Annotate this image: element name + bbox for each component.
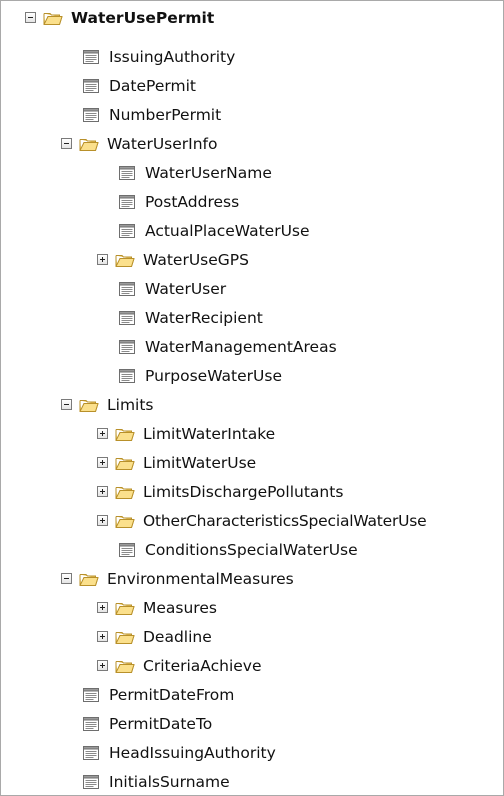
tree-node-othercharacteristicsspecialwateruse[interactable]: OtherCharacteristicsSpecialWaterUse [97,506,427,535]
tree-node-criteriaachieve[interactable]: CriteriaAchieve [97,651,262,680]
tree-node-wateruseGPS[interactable]: WaterUseGPS [97,245,249,274]
tree-node-datepermit[interactable]: DatePermit [81,71,196,100]
tree-node-label: WaterUser [145,279,227,298]
tree-node-label: ActualPlaceWaterUse [145,221,310,240]
tree-node-label: WaterUseGPS [143,250,249,269]
tree-node-label: Deadline [143,627,212,646]
tree-node-waterusername[interactable]: WaterUserName [117,158,272,187]
folder-open-icon [115,658,135,674]
expand-toggle-icon[interactable] [97,428,108,439]
tree-node-limitwaterintake[interactable]: LimitWaterIntake [97,419,275,448]
tree-node-label: PostAddress [145,192,240,211]
document-icon [81,716,101,732]
tree-node-label: WaterManagementAreas [145,337,337,356]
tree-node-label: OtherCharacteristicsSpecialWaterUse [143,511,427,530]
folder-open-icon [115,252,135,268]
tree-node-label: PermitDateTo [109,714,213,733]
tree-node-limitwateruse[interactable]: LimitWaterUse [97,448,256,477]
folder-open-icon [43,10,63,26]
tree-node-waterrecipient[interactable]: WaterRecipient [117,303,263,332]
tree-node-label: WaterUserInfo [107,134,218,153]
folder-open-icon [115,600,135,616]
tree-node-label: PurposeWaterUse [145,366,282,385]
tree-node-label: DatePermit [109,76,196,95]
document-icon [117,339,137,355]
expand-toggle-icon[interactable] [97,602,108,613]
tree-node-label: LimitsDischargePollutants [143,482,344,501]
document-icon [117,223,137,239]
tree-node-environmentalmeasures[interactable]: EnvironmentalMeasures [61,564,294,593]
tree-node-label: WaterUserName [145,163,272,182]
document-icon [117,542,137,558]
tree-node-limits[interactable]: Limits [61,390,154,419]
tree-node-label: WaterUsePermit [71,8,215,27]
expand-toggle-icon[interactable] [97,486,108,497]
tree-node-wateruser[interactable]: WaterUser [117,274,226,303]
folder-open-icon [115,426,135,442]
tree-node-permitdateto[interactable]: PermitDateTo [81,709,212,738]
document-icon [81,107,101,123]
collapse-toggle-icon[interactable] [25,12,36,23]
folder-open-icon [115,629,135,645]
tree-node-deadline[interactable]: Deadline [97,622,212,651]
tree-node-watermanagementareas[interactable]: WaterManagementAreas [117,332,337,361]
expand-toggle-icon[interactable] [97,515,108,526]
tree-node-label: LimitWaterUse [143,453,257,472]
tree-node-measures[interactable]: Measures [97,593,217,622]
collapse-toggle-icon[interactable] [61,573,72,584]
folder-open-icon [79,136,99,152]
document-icon [117,165,137,181]
tree-node-permitdatefrom[interactable]: PermitDateFrom [81,680,234,709]
folder-open-icon [79,571,99,587]
tree-node-label: Measures [143,598,217,617]
tree-node-headissuingauthority[interactable]: HeadIssuingAuthority [81,738,276,767]
expand-toggle-icon[interactable] [97,254,108,265]
collapse-toggle-icon[interactable] [61,138,72,149]
expand-toggle-icon[interactable] [97,660,108,671]
folder-open-icon [115,484,135,500]
document-icon [117,194,137,210]
tree-node-label: PermitDateFrom [109,685,235,704]
expand-toggle-icon[interactable] [97,631,108,642]
tree-node-label: HeadIssuingAuthority [109,743,276,762]
document-icon [117,368,137,384]
folder-open-icon [115,455,135,471]
tree-node-conditionsspecialwateruse[interactable]: ConditionsSpecialWaterUse [117,535,358,564]
tree-node-waterusepermit[interactable]: WaterUsePermit [25,3,214,32]
document-icon [81,78,101,94]
document-icon [117,281,137,297]
document-icon [81,687,101,703]
tree-node-limitsdischargepollutants[interactable]: LimitsDischargePollutants [97,477,343,506]
tree-node-label: IssuingAuthority [109,47,236,66]
tree-node-label: EnvironmentalMeasures [107,569,294,588]
tree-node-label: InitialsSurname [109,772,230,791]
tree-node-label: CriteriaAchieve [143,656,262,675]
document-icon [81,745,101,761]
tree-node-label: LimitWaterIntake [143,424,276,443]
tree-node-wateruserinfo[interactable]: WaterUserInfo [61,129,217,158]
tree-node-label: ConditionsSpecialWaterUse [145,540,358,559]
document-icon [117,310,137,326]
tree-node-label: NumberPermit [109,105,222,124]
document-icon [81,774,101,790]
tree-panel: WaterUsePermit IssuingAuthority DatePerm… [0,0,504,796]
tree-node-label: WaterRecipient [145,308,263,327]
tree-node-purposewateruse[interactable]: PurposeWaterUse [117,361,282,390]
folder-open-icon [115,513,135,529]
tree-node-actualplacewateruse[interactable]: ActualPlaceWaterUse [117,216,310,245]
collapse-toggle-icon[interactable] [61,399,72,410]
expand-toggle-icon[interactable] [97,457,108,468]
tree-node-numberpermit[interactable]: NumberPermit [81,100,221,129]
document-icon [81,49,101,65]
tree-node-initialssurname[interactable]: InitialsSurname [81,767,230,796]
folder-open-icon [79,397,99,413]
tree-node-label: Limits [107,395,154,414]
tree-node-postaddress[interactable]: PostAddress [117,187,239,216]
tree-node-issuingauthority[interactable]: IssuingAuthority [81,42,235,71]
